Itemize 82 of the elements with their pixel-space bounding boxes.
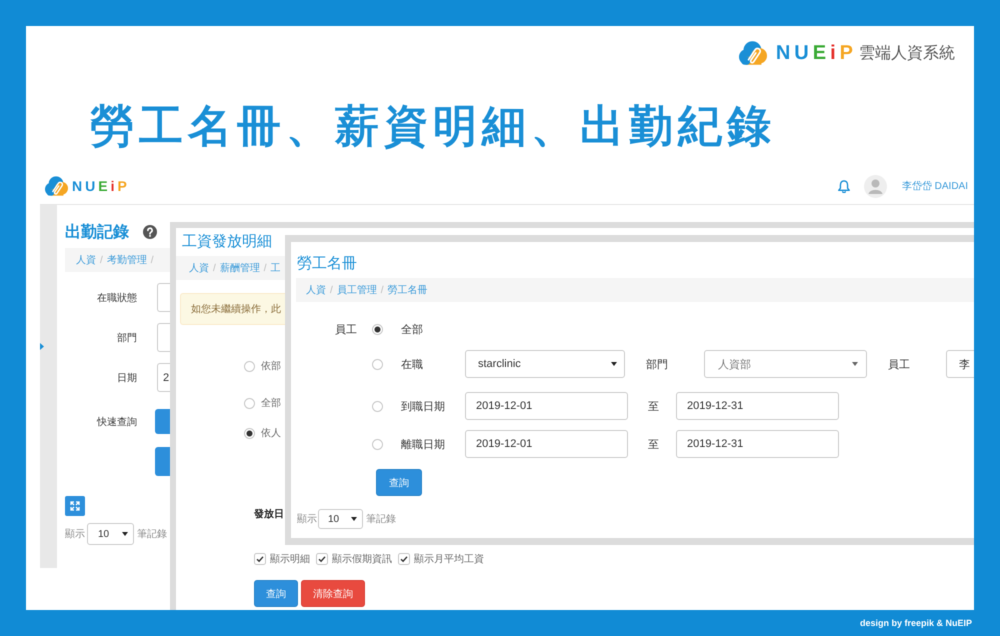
radio-button[interactable]: [372, 400, 383, 412]
page-size-label: 筆記錄: [137, 528, 167, 541]
radio-button[interactable]: [372, 438, 383, 450]
headline: 勞工名冊、薪資明細、出勤紀錄: [90, 101, 776, 153]
breadcrumb-link[interactable]: 人資: [306, 283, 326, 297]
filter-button[interactable]: [155, 409, 170, 434]
radio-button[interactable]: [244, 428, 255, 438]
field-label: 在職狀態: [97, 292, 137, 304]
date-field[interactable]: 2019-12-01: [465, 392, 628, 420]
page-size-label: 顯示: [65, 528, 85, 541]
breadcrumb-link[interactable]: 人資: [76, 253, 96, 267]
radio-button[interactable]: [244, 398, 255, 408]
radio-label: 到職日期: [401, 400, 445, 414]
breadcrumb-link[interactable]: 人資: [189, 261, 209, 275]
clear-button[interactable]: 清除查詢: [301, 580, 365, 607]
breadcrumb-link[interactable]: 薪酬管理: [220, 261, 260, 275]
page-size-select[interactable]: 10: [318, 509, 363, 529]
breadcrumb-separator: /: [264, 262, 267, 274]
breadcrumb-separator: /: [213, 262, 216, 274]
field-label: 員工: [888, 358, 910, 372]
date-field[interactable]: 2019-12-31: [676, 430, 839, 458]
radio-label: 全部: [261, 396, 281, 410]
alert-message: 如您未繼續操作，此: [180, 293, 285, 325]
page-size-label: 筆記錄: [366, 512, 396, 526]
breadcrumb-separator: /: [150, 254, 154, 266]
avatar-icon[interactable]: [864, 174, 887, 198]
checkbox-label: 顯示月平均工資: [414, 552, 484, 566]
brand-tagline: 雲端人資系統: [859, 44, 955, 64]
date-field[interactable]: 2019-12-01: [465, 430, 628, 458]
checkbox-label: 顯示假期資訊: [332, 552, 392, 566]
page-title: 出勤記錄: [65, 222, 129, 242]
breadcrumb-separator: /: [380, 284, 384, 296]
bell-icon[interactable]: [838, 180, 850, 192]
breadcrumb-link[interactable]: 員工管理: [336, 283, 377, 297]
window-title: 勞工名冊: [297, 255, 357, 272]
breadcrumb-link[interactable]: 工: [270, 261, 281, 275]
checkbox[interactable]: [316, 553, 328, 565]
caret-icon[interactable]: [40, 343, 44, 350]
radio-button[interactable]: [372, 324, 383, 334]
radio-button[interactable]: [244, 360, 255, 372]
breadcrumb-separator: /: [330, 284, 333, 296]
breadcrumb-separator: /: [100, 254, 103, 266]
caret-icon: [351, 517, 357, 521]
cloud-logo-icon: [45, 176, 68, 196]
page-size-label: 顯示: [297, 512, 317, 526]
cloud-logo-icon: [738, 41, 767, 65]
expand-icon: [70, 501, 80, 511]
dropdown-field[interactable]: 人資部: [704, 350, 867, 378]
field-label: 部門: [646, 358, 668, 372]
radio-button[interactable]: [372, 358, 383, 370]
expand-button[interactable]: [65, 496, 85, 516]
caret-icon: [611, 362, 617, 366]
filter-button[interactable]: [155, 447, 170, 476]
radio-label: 全部: [401, 322, 423, 336]
field-label: 日期: [117, 372, 137, 384]
breadcrumb-link[interactable]: 考勤管理: [106, 253, 147, 267]
caret-icon: [852, 362, 858, 366]
radio-label: 在職: [401, 358, 423, 372]
help-icon[interactable]: [143, 225, 157, 239]
text-field[interactable]: 李: [946, 350, 974, 378]
radio-label: 依部: [261, 360, 281, 373]
date-field[interactable]: 2019-12-31: [676, 392, 839, 420]
range-separator: 至: [648, 400, 659, 414]
query-button[interactable]: 查詢: [376, 469, 422, 496]
field-label: 發放日: [254, 508, 284, 522]
range-separator: 至: [648, 438, 659, 452]
checkbox[interactable]: [398, 553, 410, 565]
window-title: 工資發放明細: [182, 233, 272, 250]
field-label: 員工: [335, 322, 357, 336]
field-label: 部門: [117, 332, 137, 344]
caret-icon: [122, 532, 128, 536]
radio-label: 依人: [261, 427, 281, 440]
field-label: 快速查詢: [97, 416, 137, 428]
checkbox-label: 顯示明細: [270, 552, 310, 566]
radio-label: 離職日期: [401, 438, 445, 452]
page-size-select[interactable]: 10: [87, 523, 134, 545]
query-button[interactable]: 查詢: [254, 580, 298, 607]
breadcrumb-link[interactable]: 勞工名冊: [388, 283, 428, 297]
credit-text: design by freepik & NuEIP: [860, 618, 972, 628]
select-field[interactable]: starclinic: [465, 350, 625, 378]
checkbox[interactable]: [254, 553, 266, 565]
user-name-link[interactable]: 李岱岱 DAIDAI: [902, 179, 968, 193]
